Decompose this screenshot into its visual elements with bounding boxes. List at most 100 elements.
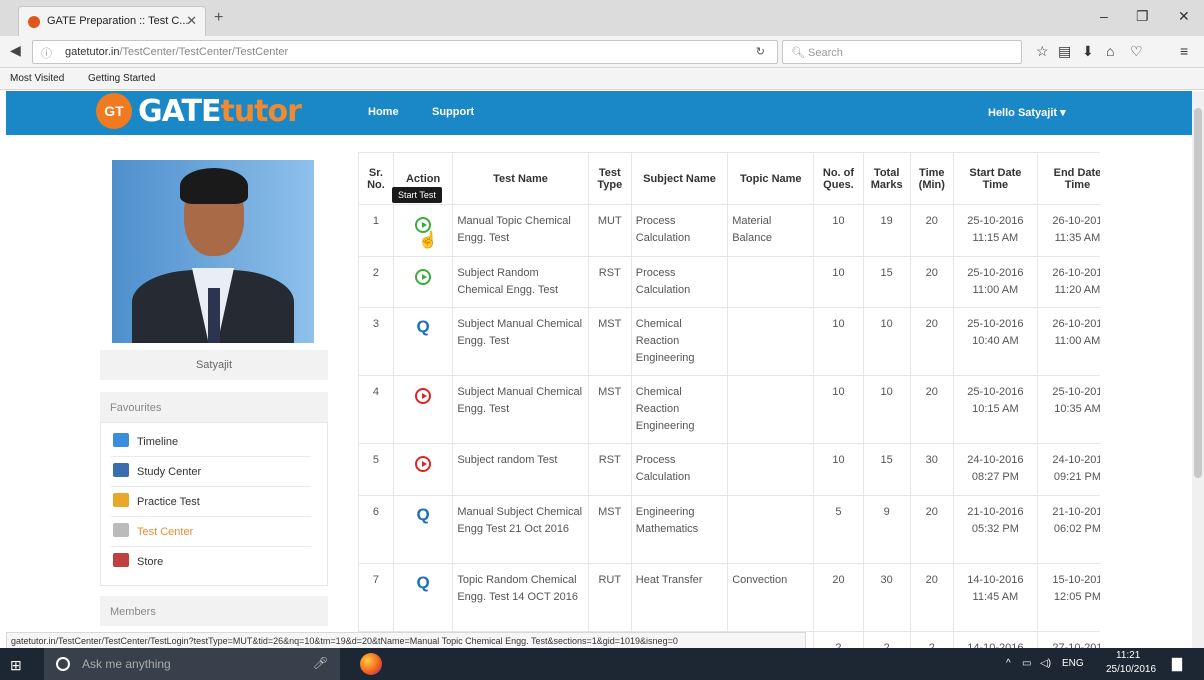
close-window-icon[interactable]: ✕ — [1178, 8, 1190, 25]
sidebar-item-study-center[interactable]: Study Center — [111, 457, 311, 487]
cell-subject: Chemical Reaction Engineering — [630, 307, 729, 376]
sidebar-item-label: Test Center — [137, 526, 194, 538]
cell-time: 30 — [909, 443, 954, 496]
practice-test-icon — [113, 493, 129, 507]
cell-action — [392, 256, 454, 308]
col-topic-name: Topic Name — [727, 152, 815, 205]
col-test-type: Test Type — [587, 152, 632, 205]
action-center-icon[interactable]: ▇ — [1172, 656, 1182, 672]
view-result-icon[interactable]: Q — [414, 506, 432, 524]
cell-ques: 5 — [813, 495, 864, 564]
sidebar-item-store[interactable]: Store — [111, 547, 311, 577]
cell-test-name: Subject Random Chemical Engg. Test — [452, 256, 589, 308]
user-menu[interactable]: Hello Satyajit ▾ — [988, 106, 1066, 119]
library-icon[interactable]: ▤ — [1058, 43, 1071, 60]
resume-test-icon[interactable] — [415, 388, 432, 404]
microphone-icon[interactable]: 🎤︎ — [313, 656, 328, 670]
study-center-icon — [113, 463, 129, 477]
col-sr-no: Sr. No. — [358, 152, 394, 205]
reload-icon[interactable]: ↻ — [756, 45, 765, 58]
cell-end: 21-10-201 06:02 PM — [1036, 495, 1100, 564]
new-tab-icon[interactable]: + — [214, 9, 223, 27]
minimize-icon[interactable]: – — [1100, 8, 1108, 24]
sidebar-item-practice-test[interactable]: Practice Test — [111, 487, 311, 517]
url-bar[interactable]: ⓘ gatetutor.in/TestCenter/TestCenter/Tes… — [32, 40, 778, 64]
cortana-search[interactable]: Ask me anything 🎤︎ — [44, 648, 340, 680]
cell-sr: 6 — [358, 495, 394, 564]
sidebar-item-label: Store — [137, 556, 164, 568]
firefox-taskbar-icon[interactable] — [360, 653, 382, 675]
col-total-marks: Total Marks — [862, 152, 911, 205]
start-test-icon[interactable] — [415, 269, 432, 285]
nav-home-link[interactable]: Home — [368, 106, 399, 118]
sidebar-item-label: Practice Test — [137, 496, 200, 508]
tray-chevron-icon[interactable]: ^ — [1006, 658, 1011, 669]
cell-sr: 7 — [358, 563, 394, 632]
home-icon[interactable]: ⌂ — [1106, 43, 1114, 59]
cell-topic — [727, 375, 815, 444]
bookmark-star-icon[interactable]: ☆ — [1036, 43, 1049, 60]
cell-topic — [727, 495, 815, 564]
nav-support-link[interactable]: Support — [432, 106, 474, 118]
cell-ques: 2 — [813, 631, 864, 648]
volume-icon[interactable]: ◁) — [1040, 658, 1051, 669]
maximize-icon[interactable]: ❐ — [1136, 8, 1149, 25]
cell-sr: 1 — [358, 204, 394, 257]
logo-badge[interactable]: GT — [96, 93, 132, 129]
bookmark-getting-started[interactable]: Getting Started — [88, 73, 155, 84]
view-result-icon[interactable]: Q — [414, 318, 432, 336]
cell-test-type: RUT — [587, 563, 632, 632]
info-icon[interactable]: ⓘ — [41, 45, 52, 61]
cell-test-type: MUT — [587, 204, 632, 257]
taskbar: ⊞ Ask me anything 🎤︎ ^ ▭ ◁) ENG 11:21 25… — [0, 648, 1204, 680]
profile-photo[interactable] — [112, 160, 314, 343]
cell-start: 25-10-2016 10:15 AM — [952, 375, 1038, 444]
view-result-icon[interactable]: Q — [414, 574, 432, 592]
clock-date[interactable]: 25/10/2016 — [1106, 664, 1156, 675]
scrollbar-thumb[interactable] — [1194, 108, 1202, 478]
pocket-icon[interactable]: ♡ — [1130, 43, 1143, 60]
cell-subject: Process Calculation — [630, 204, 729, 257]
browser-tab[interactable]: GATE Preparation :: Test C... ✕ — [18, 6, 206, 36]
cell-sr: 5 — [358, 443, 394, 496]
bookmark-most-visited[interactable]: Most Visited — [10, 73, 64, 84]
cell-ques: 10 — [813, 307, 864, 376]
cell-test-type: RST — [587, 256, 632, 308]
col-subject-name: Subject Name — [630, 152, 729, 205]
menu-icon[interactable]: ≡ — [1180, 43, 1188, 59]
cell-time: 20 — [909, 563, 954, 632]
table-row: 7 Q Topic Random Chemical Engg. Test 14 … — [358, 563, 1100, 632]
cell-time: 2 — [909, 631, 954, 648]
cell-marks: 15 — [862, 256, 911, 308]
close-tab-icon[interactable]: ✕ — [186, 13, 197, 29]
sidebar-item-test-center[interactable]: Test Center — [111, 517, 311, 547]
resume-test-icon[interactable] — [415, 456, 432, 472]
favourites-panel: Timeline Study Center Practice Test Test… — [100, 422, 328, 586]
sidebar-item-label: Study Center — [137, 466, 202, 478]
windows-start-icon[interactable]: ⊞ — [10, 657, 22, 674]
cell-time: 20 — [909, 256, 954, 308]
sidebar-item-timeline[interactable]: Timeline — [111, 427, 311, 457]
cell-topic — [727, 443, 815, 496]
language-indicator[interactable]: ENG — [1062, 658, 1084, 669]
network-icon[interactable]: ▭ — [1022, 658, 1031, 669]
browser-search-input[interactable]: 🔍︎ Search — [782, 40, 1022, 64]
download-icon[interactable]: ⬇ — [1082, 43, 1094, 60]
site-logo[interactable]: GATEtutor — [138, 94, 302, 129]
cell-test-name: Subject random Test — [452, 443, 589, 496]
cell-marks: 9 — [862, 495, 911, 564]
cell-topic: Material Balance — [727, 204, 815, 257]
cell-time: 20 — [909, 495, 954, 564]
table-header-row: Sr. No. Action Test Name Test Type Subje… — [358, 152, 1100, 205]
hand-cursor-icon: ☝ — [418, 232, 438, 249]
clock-time[interactable]: 11:21 — [1116, 650, 1140, 661]
members-title: Members — [100, 596, 328, 626]
cell-ques: 10 — [813, 256, 864, 308]
cell-end: 27-10-201 — [1036, 631, 1100, 648]
back-icon[interactable]: ◀ — [10, 42, 21, 59]
cell-test-name: Topic Random Chemical Engg. Test 14 OCT … — [452, 563, 589, 632]
profile-name[interactable]: Satyajit — [100, 350, 328, 380]
cell-subject: Process Calculation — [630, 256, 729, 308]
cell-subject: Chemical Reaction Engineering — [630, 375, 729, 444]
test-table-container: Sr. No. Action Test Name Test Type Subje… — [358, 152, 1100, 648]
